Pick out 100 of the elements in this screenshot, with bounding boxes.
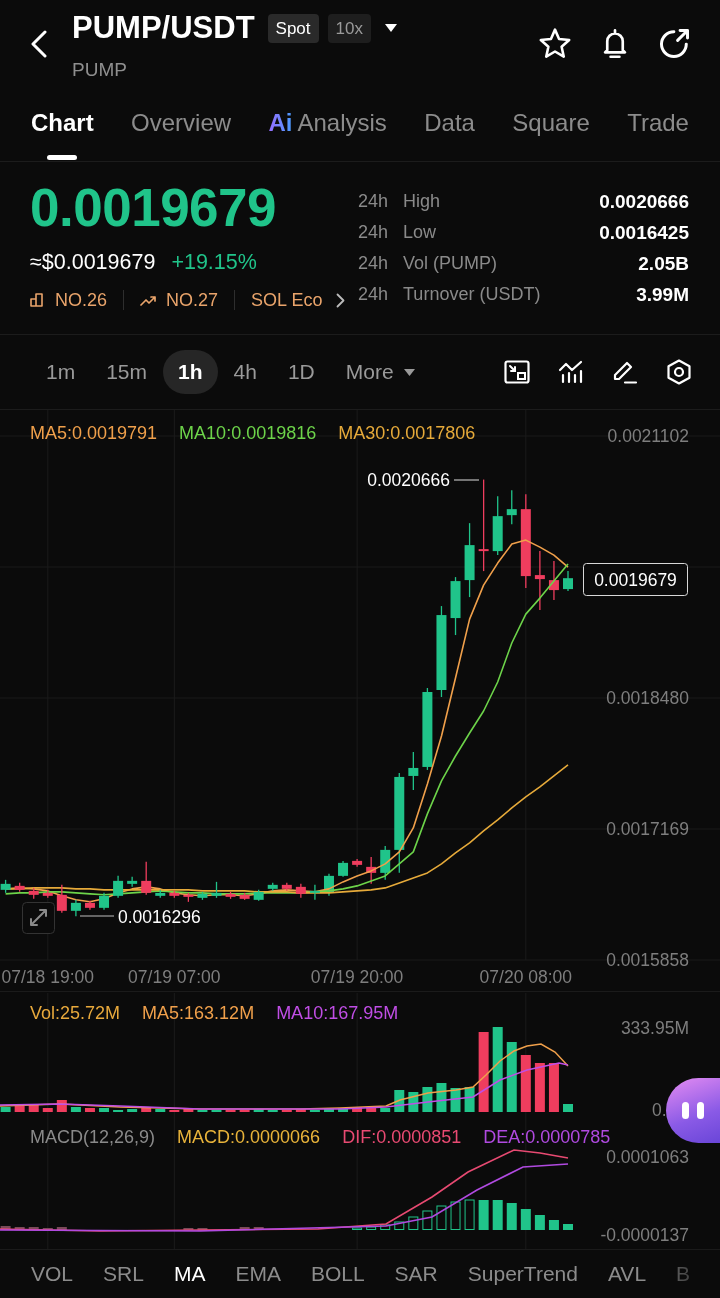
leverage-badge: 10x — [327, 13, 371, 43]
indicator-tab[interactable]: AVL — [607, 1261, 647, 1287]
candle — [169, 890, 180, 899]
macd-axis-label: -0.0000137 — [600, 1225, 689, 1245]
volume-bar — [141, 1108, 152, 1112]
macd-bar — [352, 1227, 363, 1230]
macd-bar — [14, 1227, 25, 1230]
macd-bar — [28, 1227, 39, 1230]
volume-axis-label: 333.95M — [620, 1018, 689, 1038]
settings-icon[interactable] — [666, 359, 692, 385]
macd-bar — [197, 1228, 208, 1231]
stat-period: 24h — [358, 284, 389, 305]
macd-bar — [534, 1215, 545, 1230]
interval-tab[interactable]: 1h — [163, 350, 218, 394]
macd-bar — [253, 1227, 264, 1230]
volume-bar — [324, 1109, 334, 1112]
candle — [548, 560, 559, 601]
stat-value: 2.05B — [638, 252, 689, 275]
candle — [380, 845, 391, 881]
macd-bar — [506, 1203, 517, 1230]
candle — [267, 882, 278, 892]
back-icon[interactable] — [31, 30, 47, 58]
indicator-icon[interactable] — [558, 360, 584, 384]
window-icon[interactable] — [504, 360, 530, 384]
indicator-tab[interactable]: SRL — [103, 1261, 144, 1287]
volume-bar — [548, 1063, 559, 1112]
indicator-tab[interactable]: SuperTrend — [467, 1261, 578, 1287]
macd-bar — [520, 1209, 531, 1230]
volume-bar — [42, 1108, 53, 1112]
volume-bar — [0, 1107, 11, 1112]
candle — [113, 875, 124, 899]
macd-bar — [563, 1224, 573, 1230]
candle — [42, 889, 53, 899]
interval-tab[interactable]: 1D — [272, 350, 330, 394]
candle — [450, 576, 461, 636]
star-icon[interactable] — [539, 28, 571, 59]
volume-bar — [422, 1087, 433, 1112]
page-tab[interactable]: Overview — [131, 96, 232, 160]
rank-link[interactable]: NO.27 — [140, 289, 219, 311]
volume-bar — [183, 1109, 194, 1112]
candle — [295, 883, 306, 899]
indicator-tab[interactable]: VOL — [31, 1261, 74, 1287]
interval-tab[interactable]: 15m — [91, 350, 163, 394]
candle — [338, 860, 349, 878]
page-tab[interactable]: Square — [512, 96, 590, 160]
candle — [56, 884, 67, 914]
macd-bar — [239, 1227, 250, 1230]
candle — [352, 858, 363, 868]
candle — [563, 570, 573, 592]
ma-legend-label: MA30:0.0017806 — [338, 424, 476, 442]
page-tab[interactable]: Chart — [31, 96, 94, 160]
expand-icon[interactable] — [22, 902, 55, 934]
candle — [366, 856, 377, 885]
macd-bar — [422, 1210, 433, 1230]
circle-arrow-icon[interactable] — [659, 28, 690, 59]
candle — [492, 495, 503, 556]
assistant-button[interactable] — [666, 1078, 720, 1143]
fiat-price: ≈$0.0019679 — [30, 249, 156, 275]
chevron-right-icon — [336, 292, 346, 308]
volume-bar — [14, 1106, 25, 1112]
volume-bar — [408, 1092, 419, 1112]
leader-line — [79, 915, 115, 917]
interval-tab[interactable]: 1m — [31, 350, 91, 394]
indicator-tab[interactable]: BOLL — [310, 1261, 365, 1287]
last-price-tag: 0.0019679 — [583, 563, 688, 596]
pair-title: PUMP/USDT — [72, 10, 255, 46]
stat-label: High — [403, 191, 442, 212]
page-tab[interactable]: Data — [424, 96, 475, 160]
candle — [309, 884, 320, 901]
volume-bar — [28, 1104, 39, 1112]
price-axis-label: 0.0018480 — [606, 688, 689, 708]
volume-bar — [436, 1083, 447, 1112]
interval-tab[interactable]: More — [330, 350, 430, 394]
indicator-tab[interactable]: MA — [173, 1261, 206, 1287]
interval-tab[interactable]: 4h — [218, 350, 272, 394]
macd-bar — [548, 1220, 559, 1230]
volume-bar — [464, 1087, 475, 1112]
caret-icon[interactable] — [385, 24, 397, 32]
volume-bar — [155, 1109, 166, 1112]
page-tab[interactable]: Trade — [627, 96, 689, 160]
ma-legend-label: MA5:0.0019791 — [30, 424, 158, 442]
macd-bar — [436, 1205, 447, 1230]
pencil-icon[interactable] — [612, 360, 638, 384]
candle — [211, 881, 222, 899]
candle — [197, 891, 208, 901]
ma-legend-label: MA10:0.0019816 — [179, 424, 317, 442]
rank-link[interactable]: SOL Eco — [251, 289, 346, 311]
high-price-label: 0.0020666 — [367, 470, 450, 490]
macd-bar — [478, 1200, 489, 1230]
indicator-tab[interactable]: EMA — [235, 1261, 281, 1287]
volume-bar — [56, 1100, 67, 1112]
candle — [253, 889, 264, 902]
leader-line — [453, 479, 480, 481]
page-tab[interactable]: Ai Analysis — [268, 96, 387, 160]
macd-legend-label: MACD:0.0000066 — [177, 1128, 321, 1146]
volume-bar — [520, 1055, 531, 1112]
volume-axis-label: 0. — [652, 1100, 667, 1120]
candle — [14, 882, 25, 893]
indicator-tab[interactable]: SAR — [394, 1261, 438, 1287]
rank-link[interactable]: NO.26 — [30, 289, 108, 311]
